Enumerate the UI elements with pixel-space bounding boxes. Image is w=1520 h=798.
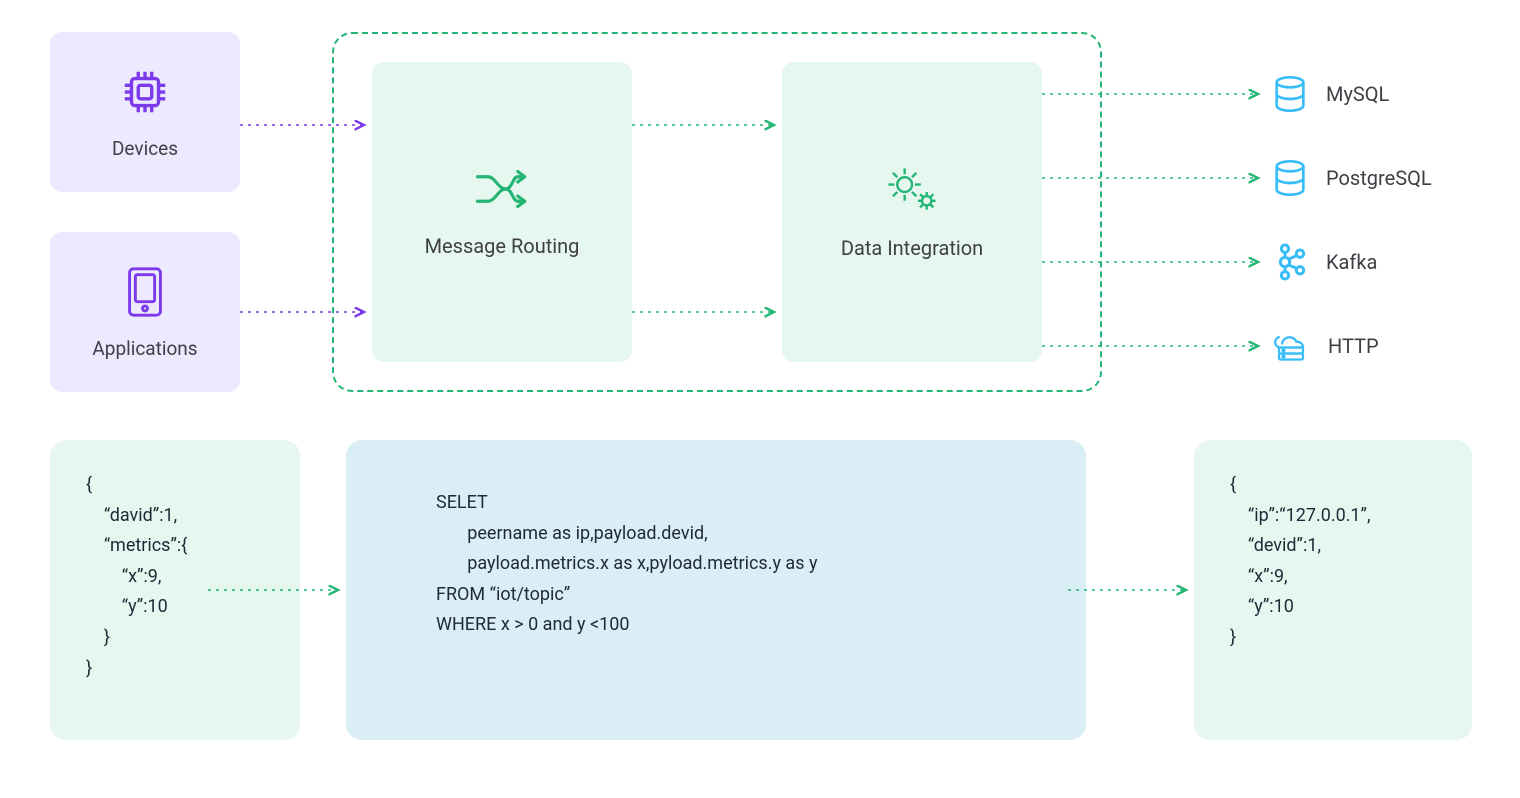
source-applications: Applications xyxy=(50,232,240,392)
sink-mysql: MySQL xyxy=(1270,74,1389,114)
example-output-json: { “ip”:“127.0.0.1”, “devid”:1, “x”:9, “y… xyxy=(1194,440,1472,740)
database-icon xyxy=(1270,74,1310,114)
processor-data-integration-label: Data Integration xyxy=(841,236,983,260)
processor-message-routing: Message Routing xyxy=(372,62,632,362)
chip-icon xyxy=(118,65,172,123)
kafka-icon xyxy=(1270,242,1310,282)
example-input-json: { “david”:1, “metrics”:{ “x”:9, “y”:10 }… xyxy=(50,440,300,740)
sink-mysql-label: MySQL xyxy=(1326,82,1389,106)
sink-kafka: Kafka xyxy=(1270,242,1377,282)
cloud-server-icon xyxy=(1270,326,1312,366)
processor-data-integration: Data Integration xyxy=(782,62,1042,362)
database-icon xyxy=(1270,158,1310,198)
example-sql: SELET peername as ip,payload.devid, payl… xyxy=(346,440,1086,740)
sink-http: HTTP xyxy=(1270,326,1379,366)
sink-postgresql-label: PostgreSQL xyxy=(1326,166,1432,190)
source-devices: Devices xyxy=(50,32,240,192)
source-devices-label: Devices xyxy=(112,137,178,160)
gears-icon xyxy=(882,164,942,218)
source-applications-label: Applications xyxy=(92,337,197,360)
sink-postgresql: PostgreSQL xyxy=(1270,158,1432,198)
processor-message-routing-label: Message Routing xyxy=(425,234,580,258)
shuffle-icon xyxy=(474,166,530,216)
device-icon xyxy=(121,265,169,323)
sink-kafka-label: Kafka xyxy=(1326,250,1377,274)
sink-http-label: HTTP xyxy=(1328,334,1379,358)
